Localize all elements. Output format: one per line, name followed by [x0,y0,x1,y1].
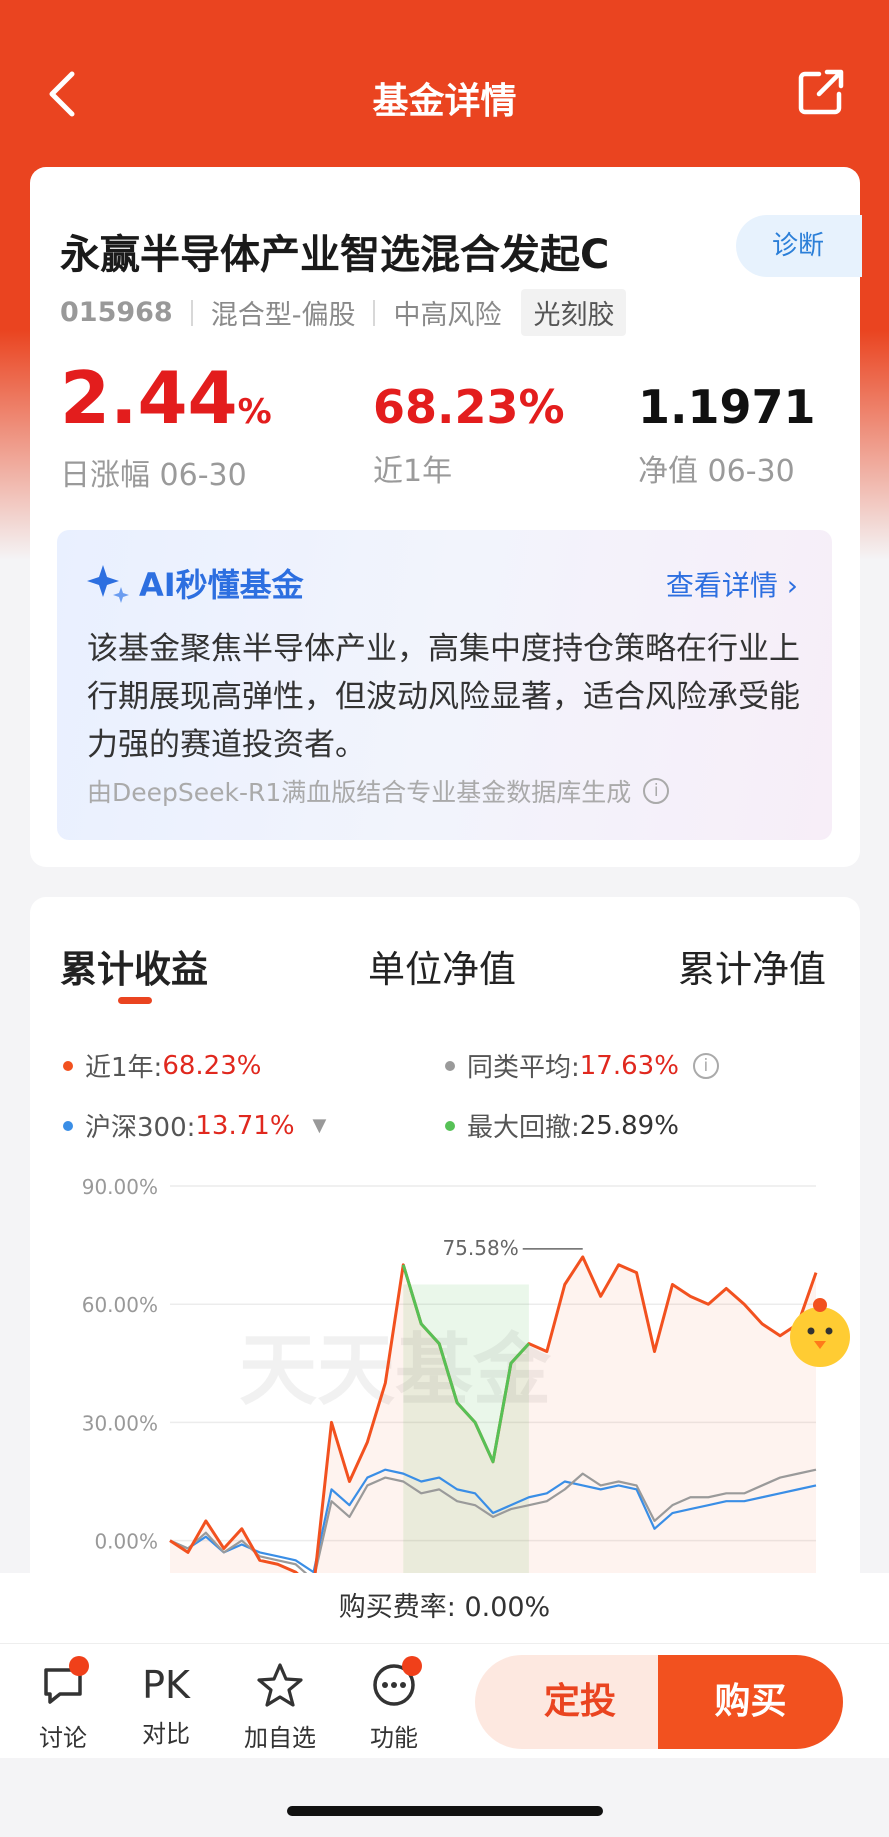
sparkle-icon [87,565,129,603]
ai-footer-text: 由DeepSeek-R1满血版结合专业基金数据库生成 [87,778,632,807]
nav-stat: 1.1971 净值 06-30 [638,362,816,490]
y-tick-label: 30.00% [82,1411,158,1435]
y-tick-label: 60.00% [82,1293,158,1317]
function-button[interactable]: 功能 [354,1656,434,1753]
compare-label: 对比 [142,1720,190,1748]
fund-tags: 015968 混合型-偏股 中高风险 光刻胶 [60,289,627,336]
pk-icon: PK [142,1663,190,1707]
page-title: 基金详情 [372,81,517,122]
fund-risk: 中高风险 [393,300,502,331]
nav-value: 1.1971 [638,380,816,434]
daily-change-value: 2.44 [60,356,238,440]
fund-info-card: 永赢半导体产业智选混合发起C 诊断 015968 混合型-偏股 中高风险 光刻胶… [30,167,862,867]
one-year-value: 68.23% [373,380,565,434]
purchase-fee-bar: 购买费率: 0.00% [0,1573,889,1643]
fund-type: 混合型-偏股 [210,300,356,331]
sip-button[interactable]: 定投 [475,1655,685,1749]
one-year-stat: 68.23% 近1年 [373,362,565,490]
daily-change-stat: 2.44% 日涨幅 06-30 [60,362,272,494]
y-tick-label: 0.00% [94,1530,158,1554]
notification-dot [69,1656,89,1676]
compare-button[interactable]: PK 对比 [126,1662,206,1749]
mascot-eye [825,1327,833,1335]
diagnose-button[interactable]: 诊断 [736,215,862,277]
performance-chart-card: 累计收益 单位净值 累计净值 近1年: 68.23% 同类平均: 17.63% i … [30,897,860,1617]
watchlist-label: 加自选 [244,1724,316,1752]
top-navigation-bar: 基金详情 [0,50,889,140]
ai-more-link[interactable]: 查看详情 › [666,564,798,604]
ai-title: AI秒懂基金 [87,560,304,606]
nav-label: 净值 06-30 [638,454,795,489]
home-indicator [287,1806,603,1816]
one-year-label: 近1年 [373,454,453,489]
notification-dot [402,1656,422,1676]
share-button[interactable] [793,64,849,120]
buy-button[interactable]: 购买 [658,1655,843,1749]
divider [190,299,193,326]
mascot-eye [807,1327,815,1335]
ai-title-text: AI秒懂基金 [139,566,304,604]
mascot-crest [813,1298,827,1312]
ai-footer: 由DeepSeek-R1满血版结合专业基金数据库生成 i [87,773,670,809]
y-tick-label: 90.00% [82,1175,158,1199]
mascot-chick-icon [790,1307,850,1367]
daily-change-unit: % [237,392,272,432]
theme-tag[interactable]: 光刻胶 [521,289,627,336]
fund-code: 015968 [60,297,173,328]
info-icon[interactable]: i [643,778,670,804]
ai-summary-text: 该基金聚焦半导体产业，高集中度持仓策略在行业上行期展现高弹性，但波动风险显著，适… [87,631,800,763]
star-icon [257,1663,303,1707]
discuss-label: 讨论 [39,1724,87,1752]
bottom-action-bar: 讨论 PK 对比 加自选 功能 定投 购买 [0,1643,889,1758]
daily-change-label: 日涨幅 06-30 [60,458,247,493]
divider [373,299,376,326]
ai-summary-box[interactable]: AI秒懂基金 查看详情 › 该基金聚焦半导体产业，高集中度持仓策略在行业上行期展… [57,530,832,840]
fund-name: 永赢半导体产业智选混合发起C [60,232,610,278]
discuss-button[interactable]: 讨论 [23,1656,103,1753]
share-icon [798,69,844,115]
add-watchlist-button[interactable]: 加自选 [240,1662,320,1753]
peak-label: 75.58% [442,1236,518,1260]
function-label: 功能 [370,1724,418,1752]
return-line-chart[interactable]: 90.00%60.00%30.00%0.00%天天基金75.58% [30,897,860,1573]
